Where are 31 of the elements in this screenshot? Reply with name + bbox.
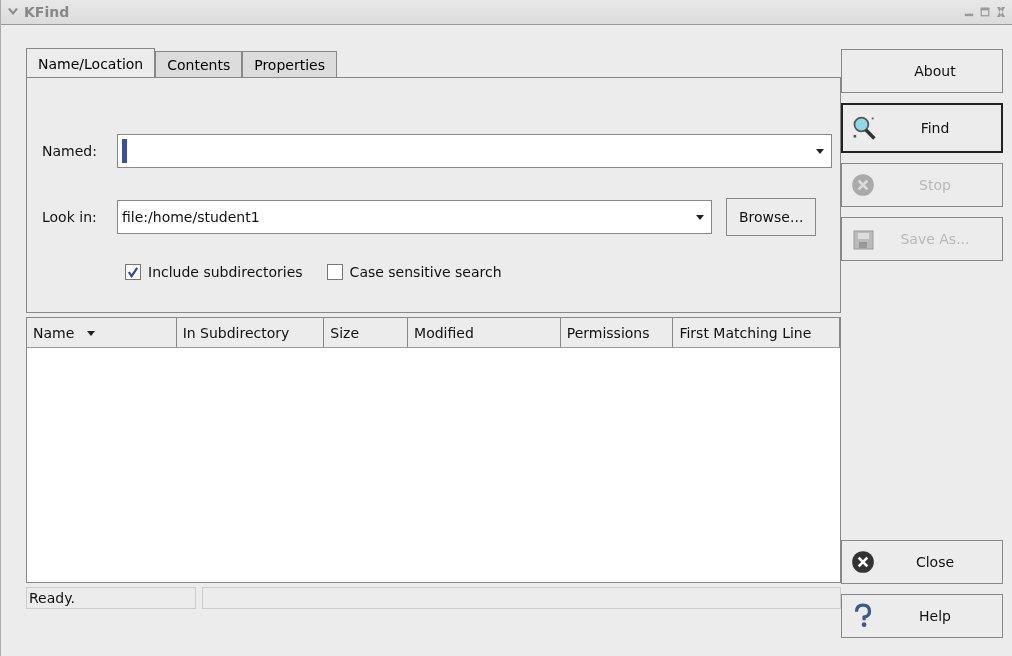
field-label: Named: xyxy=(41,143,98,159)
magnifier-icon xyxy=(851,115,877,141)
column-header[interactable]: Permissions xyxy=(560,318,674,347)
checkbox[interactable]: Include subdirectories xyxy=(125,264,303,280)
column-header[interactable]: Name xyxy=(27,318,177,347)
browse-button[interactable]: Browse... xyxy=(726,198,817,236)
close-icon[interactable] xyxy=(996,6,1006,18)
column-header[interactable]: Modified xyxy=(408,318,561,347)
find-button[interactable]: Find xyxy=(841,103,1003,153)
maximize-icon[interactable] xyxy=(980,6,990,18)
window-menu-icon[interactable] xyxy=(7,7,19,17)
look-in-combo-box[interactable]: file:/home/student1 xyxy=(117,200,712,234)
check-mark-icon xyxy=(126,265,140,279)
help-button[interactable]: Help xyxy=(841,594,1003,638)
column-header[interactable]: Size xyxy=(324,318,409,347)
tab[interactable]: Name/Location xyxy=(26,48,156,78)
column-header[interactable]: In Subdirectory xyxy=(176,318,325,347)
field-label: Look in: xyxy=(41,209,98,225)
tab[interactable]: Properties xyxy=(242,51,337,77)
dropdown-arrow-icon[interactable] xyxy=(695,212,705,222)
close-button[interactable]: Close xyxy=(841,540,1003,584)
about-button[interactable]: About xyxy=(841,49,1003,93)
dropdown-arrow-icon[interactable] xyxy=(815,146,825,156)
column-header[interactable]: First Matching Line xyxy=(673,318,840,347)
status-text: Ready. xyxy=(26,587,196,609)
stop-icon xyxy=(850,172,876,198)
checkbox[interactable]: Case sensitive search xyxy=(326,264,502,280)
text-cursor xyxy=(122,139,127,163)
tab[interactable]: Contents xyxy=(155,51,243,77)
window-title: KFind xyxy=(24,4,70,20)
close-circle-icon xyxy=(850,549,876,575)
